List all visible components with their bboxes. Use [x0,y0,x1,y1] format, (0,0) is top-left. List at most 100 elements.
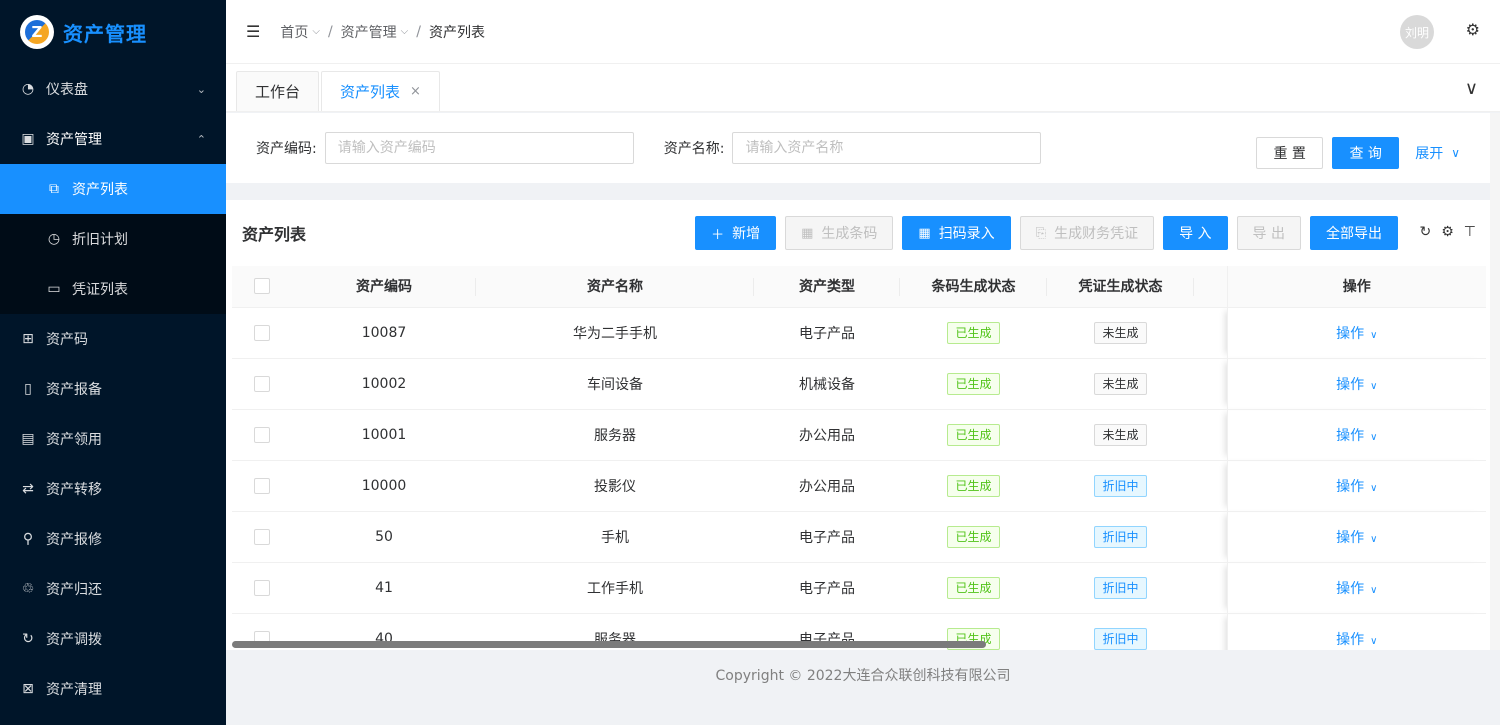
avatar[interactable]: 刘明 [1400,15,1434,49]
status-badge: 已生成 [947,474,1000,497]
table-row[interactable]: 50 手机 电子产品 已生成 折旧中 操作 ∨ [232,511,1486,563]
gear-icon[interactable]: ⚙ [1466,20,1480,39]
row-checkbox[interactable] [254,477,270,494]
breadcrumb-separator: / [327,23,333,40]
logo[interactable]: Z 资产管理 [0,0,226,64]
asset-icon: ▣ [21,131,35,147]
row-checkbox[interactable] [254,426,270,443]
generate-voucher-button[interactable]: ⎘ 生成财务凭证 [1019,216,1155,250]
vertical-scrollbar[interactable] [1490,113,1500,650]
actions-dropdown[interactable]: 操作 ∨ [1336,530,1377,546]
sidebar-item-asset-transfer[interactable]: ⇄ 资产转移 [0,464,226,514]
breadcrumb-asset-management[interactable]: 资产管理 ⌵ [341,22,409,42]
sidebar-item-asset-list[interactable]: ⧉ 资产列表 [0,164,226,214]
chevron-down-icon: ⌵ [400,26,409,37]
table-title: 资产列表 [242,225,307,244]
table-toolbar: 资产列表 ＋新增 ▦ 生成条码 ▦ 扫码录入 ⎘ 生成财务凭证 导 入 导 出 全部导… [226,200,1500,266]
actions-dropdown[interactable]: 操作 ∨ [1336,479,1377,495]
sidebar-item-asset-code[interactable]: ⊞ 资产码 [0,314,226,364]
sidebar-item-asset-management[interactable]: ▣ 资产管理 ⌃ [0,114,226,164]
cell-name: 车间设备 [476,358,754,410]
add-button[interactable]: ＋新增 [695,216,777,250]
cell-actions: 操作 ∨ [1226,613,1486,650]
sidebar-item-label: 资产管理 [46,132,102,148]
query-button[interactable]: 查 询 [1332,137,1400,169]
generate-barcode-button[interactable]: ▦ 生成条码 [785,216,894,250]
table-row[interactable]: 10001 服务器 办公用品 已生成 未生成 操作 ∨ [232,409,1486,461]
asset-code-field: 资产编码: [256,132,634,164]
table-row[interactable]: 41 工作手机 电子产品 已生成 折旧中 操作 ∨ [232,562,1486,614]
sidebar-item-asset-allocation[interactable]: ↻ 资产调拨 [0,614,226,664]
cell-hidden [1194,511,1227,563]
column-header-code[interactable]: 资产编码 [292,266,476,308]
sidebar-item-depreciation-plan[interactable]: ◷ 折旧计划 [0,214,226,264]
row-checkbox[interactable] [254,579,270,596]
tab-asset-list[interactable]: 资产列表 × [321,71,440,111]
breadcrumb-home[interactable]: 首页 ⌵ [280,22,320,42]
close-icon[interactable]: × [410,84,421,99]
table-row[interactable]: 10000 投影仪 办公用品 已生成 折旧中 操作 ∨ [232,460,1486,512]
row-checkbox[interactable] [254,375,270,392]
settings-icon[interactable]: ⚙ [1441,224,1454,240]
actions-dropdown[interactable]: 操作 ∨ [1336,632,1377,648]
reload-icon[interactable]: ↻ [1420,224,1432,240]
export-button[interactable]: 导 出 [1236,216,1301,250]
cell-voucher-status: 未生成 [1047,307,1194,359]
column-header-type[interactable]: 资产类型 [754,266,900,308]
asset-name-label: 资产名称: [663,141,725,157]
scan-entry-button[interactable]: ▦ 扫码录入 [902,216,1011,250]
asset-table: 资产编码 资产名称 资产类型 条码生成状态 凭证生成状态 操作 10087 华为二… [232,266,1486,650]
row-select-cell [232,511,292,563]
column-height-icon[interactable]: ⊤ [1464,224,1476,240]
asset-code-input[interactable] [324,132,634,164]
cell-hidden [1194,307,1227,359]
row-select-cell [232,409,292,461]
sidebar-item-asset-return[interactable]: ♲ 资产归还 [0,564,226,614]
toolbar-icons: ↻ ⚙ ⊤ [1410,224,1477,240]
chevron-down-icon: ∨ [1370,431,1378,443]
expand-link[interactable]: 展开 ∨ [1415,143,1460,163]
export-all-button[interactable]: 全部导出 [1310,216,1398,250]
cell-code: 10000 [292,460,476,512]
actions-dropdown[interactable]: 操作 ∨ [1336,377,1377,393]
actions-dropdown[interactable]: 操作 ∨ [1336,428,1377,444]
sidebar-item-asset-receive[interactable]: ▤ 资产领用 [0,414,226,464]
asset-name-input[interactable] [732,132,1042,164]
import-button[interactable]: 导 入 [1163,216,1228,250]
column-header-name[interactable]: 资产名称 [476,266,754,308]
row-checkbox[interactable] [254,324,270,341]
status-badge: 未生成 [1094,372,1147,395]
file-icon: ▯ [24,381,32,397]
sidebar-item-label: 资产领用 [46,432,102,448]
table-row[interactable]: 10087 华为二手手机 电子产品 已生成 未生成 操作 ∨ [232,307,1486,359]
plus-icon: ＋ [711,227,725,243]
table-row[interactable]: 10002 车间设备 机械设备 已生成 未生成 操作 ∨ [232,358,1486,410]
cell-actions: 操作 ∨ [1226,358,1486,410]
cell-type: 电子产品 [754,562,900,614]
row-select-cell [232,307,292,359]
status-badge: 未生成 [1094,423,1147,446]
sidebar-item-label: 折旧计划 [72,232,128,248]
sidebar-item-asset-report[interactable]: ▯ 资产报备 [0,364,226,414]
cell-name: 华为二手手机 [476,307,754,359]
cell-actions: 操作 ∨ [1226,511,1486,563]
row-checkbox[interactable] [254,528,270,545]
chevron-down-icon[interactable]: ∨ [1465,78,1478,99]
sidebar-item-dashboard[interactable]: ◔ 仪表盘 ⌄ [0,64,226,114]
sidebar-item-asset-repair[interactable]: ⚲ 资产报修 [0,514,226,564]
sidebar-item-label: 资产码 [46,332,88,348]
reset-button[interactable]: 重 置 [1256,137,1324,169]
menu-fold-icon[interactable]: ☰ [246,22,260,41]
horizontal-scrollbar[interactable] [232,641,986,648]
tab-workbench[interactable]: 工作台 [236,71,320,111]
sidebar-item-asset-clearance[interactable]: ⊠ 资产清理 [0,664,226,714]
sidebar-item-voucher-list[interactable]: ▭ 凭证列表 [0,264,226,314]
column-header-barcode-status[interactable]: 条码生成状态 [900,266,1047,308]
row-select-cell [232,562,292,614]
column-header-voucher-status[interactable]: 凭证生成状态 [1047,266,1194,308]
actions-dropdown[interactable]: 操作 ∨ [1336,326,1377,342]
actions-dropdown[interactable]: 操作 ∨ [1336,581,1377,597]
cell-type: 电子产品 [754,511,900,563]
cell-voucher-status: 折旧中 [1047,460,1194,512]
select-all-checkbox[interactable] [254,278,270,295]
